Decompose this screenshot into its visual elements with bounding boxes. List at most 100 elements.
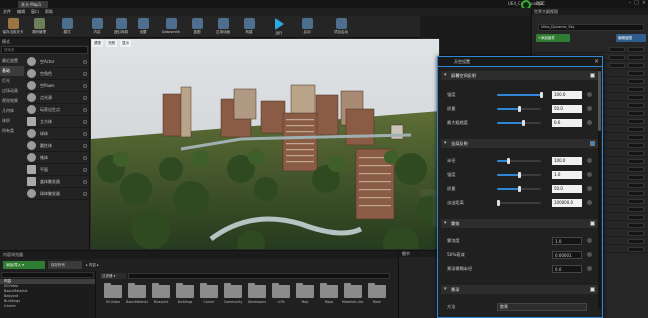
slider[interactable] (497, 186, 541, 192)
settings-button[interactable]: 设置 (132, 17, 154, 38)
section-checkbox[interactable] (590, 221, 595, 226)
x-field[interactable] (609, 55, 625, 60)
value-field[interactable] (628, 143, 644, 148)
folder-search-input[interactable] (1, 272, 94, 278)
list-item[interactable]: 空Actor (24, 56, 90, 68)
actor-name-field[interactable]: Ultra_Dynamic_Sky (538, 24, 644, 31)
value-field[interactable]: 50.0 (552, 185, 582, 193)
asset-search-input[interactable] (128, 273, 390, 279)
close-icon[interactable]: × (594, 57, 599, 67)
category-volumes[interactable]: 体积 (0, 116, 24, 126)
marketplace-button[interactable]: 虚幻商城 (110, 17, 132, 38)
value-field[interactable] (628, 71, 644, 76)
perspective-button[interactable]: 透视 (92, 40, 103, 47)
project-launcher-button[interactable]: 项目启动 (330, 17, 352, 38)
level-tab[interactable]: 关卡 Map1 (18, 1, 48, 8)
value-field[interactable] (628, 183, 644, 188)
add-component-button[interactable]: +添加组件 (536, 34, 570, 42)
folder-item[interactable]: 00-Video (102, 283, 124, 313)
build-button[interactable]: 构建 (238, 17, 260, 38)
value-field[interactable]: 50.0 (552, 105, 582, 113)
folder-item[interactable]: Buildings (174, 283, 196, 313)
list-item[interactable]: 球体 (24, 128, 90, 140)
value-field[interactable]: 100.0 (552, 157, 582, 165)
launch-button[interactable]: 启动 (296, 17, 318, 38)
play-button[interactable]: 运行 (268, 17, 290, 38)
value-field[interactable] (628, 87, 644, 92)
folder-item[interactable]: Developers (246, 283, 268, 313)
value-field[interactable] (628, 223, 644, 228)
reset-icon[interactable] (587, 200, 592, 205)
list-item[interactable]: 空角色 (24, 68, 90, 80)
list-item[interactable]: 玩家出生点 (24, 104, 90, 116)
list-item[interactable]: 球体触发器 (24, 188, 90, 200)
minimize-icon[interactable]: – (629, 0, 632, 6)
value-field[interactable] (628, 127, 644, 132)
method-dropdown[interactable]: 散景 (497, 303, 587, 311)
value-field[interactable] (628, 207, 644, 212)
section-checkbox[interactable] (590, 73, 595, 78)
filter-button[interactable]: 过滤器 ▾ (100, 273, 126, 279)
value-field[interactable] (628, 79, 644, 84)
section-ssr[interactable]: 屏幕空间反射 (441, 71, 599, 80)
menu-help[interactable]: 帮助 (45, 8, 53, 16)
value-field[interactable] (628, 191, 644, 196)
reset-icon[interactable] (587, 238, 592, 243)
save-all-button[interactable]: 保存所有 (48, 261, 82, 269)
section-fog[interactable]: 雾效 (441, 219, 599, 228)
datasmith-button[interactable]: Datasmith (160, 17, 182, 38)
folder-item[interactable]: Blueprint (150, 283, 172, 313)
category-recent[interactable]: 最近放置 (0, 56, 24, 66)
reset-icon[interactable] (587, 92, 592, 97)
list-item[interactable]: 盒体触发器 (24, 176, 90, 188)
lighting-button[interactable]: 光照 (106, 40, 117, 47)
value-field[interactable]: 0.0 (552, 265, 582, 273)
list-item[interactable]: 圆柱体 (24, 140, 90, 152)
value-field[interactable]: 0.00001 (552, 251, 582, 259)
value-field[interactable] (628, 151, 644, 156)
value-field[interactable]: 1.0 (552, 171, 582, 179)
reset-icon[interactable] (587, 172, 592, 177)
sky-settings-panel[interactable]: 天空设置 × 屏幕空间反射 强度 100.0 质量 50.0 最大粗糙度 0.6 全局… (437, 56, 603, 318)
category-vfx[interactable]: 视觉效果 (0, 96, 24, 106)
list-item[interactable]: 平面 (24, 164, 90, 176)
x-field[interactable] (609, 47, 625, 52)
menu-edit[interactable]: 编辑 (17, 8, 25, 16)
folder-item[interactable]: BasicMaterial (126, 283, 148, 313)
show-button[interactable]: 显示 (120, 40, 131, 47)
reset-icon[interactable] (587, 120, 592, 125)
section-checkbox[interactable] (590, 141, 595, 146)
scrollbar-thumb[interactable] (598, 71, 601, 131)
class-search-input[interactable]: 搜索类 (1, 46, 88, 54)
cinematics-button[interactable]: 过场动画 (212, 17, 234, 38)
menu-window[interactable]: 窗口 (31, 8, 39, 16)
value-field[interactable] (628, 231, 644, 236)
slider[interactable] (497, 92, 543, 98)
x-field[interactable] (609, 63, 625, 68)
folder-item[interactable]: Carrier (198, 283, 220, 313)
tree-item[interactable]: Carrier (0, 304, 95, 309)
folder-item[interactable]: Maps (318, 283, 340, 313)
level-viewport[interactable] (90, 38, 440, 250)
value-field[interactable] (628, 215, 644, 220)
value-field[interactable]: 0.6 (552, 119, 582, 127)
folder-item[interactable]: Map (294, 283, 316, 313)
value-field[interactable] (628, 167, 644, 172)
breadcrumb[interactable]: ▸ 内容 ▸ (86, 261, 136, 269)
value-field[interactable] (628, 119, 644, 124)
close-icon[interactable]: × (642, 0, 646, 6)
menu-file[interactable]: 文件 (3, 8, 11, 16)
reset-icon[interactable] (587, 186, 592, 191)
reset-icon[interactable] (587, 158, 592, 163)
list-item[interactable]: 点光源 (24, 92, 90, 104)
value-field[interactable] (628, 159, 644, 164)
value-field[interactable]: 100.0 (552, 91, 582, 99)
edit-blueprint-button[interactable]: 编辑蓝图 (616, 34, 646, 42)
section-dof[interactable]: 景深 (441, 285, 599, 294)
value-field[interactable]: 1.0 (552, 237, 582, 245)
list-item[interactable]: 立方体 (24, 116, 90, 128)
value-field[interactable] (628, 103, 644, 108)
folder-item[interactable]: LUTs (270, 283, 292, 313)
content-button[interactable]: 内容 (86, 17, 108, 38)
folder-item[interactable]: Community (222, 283, 244, 313)
